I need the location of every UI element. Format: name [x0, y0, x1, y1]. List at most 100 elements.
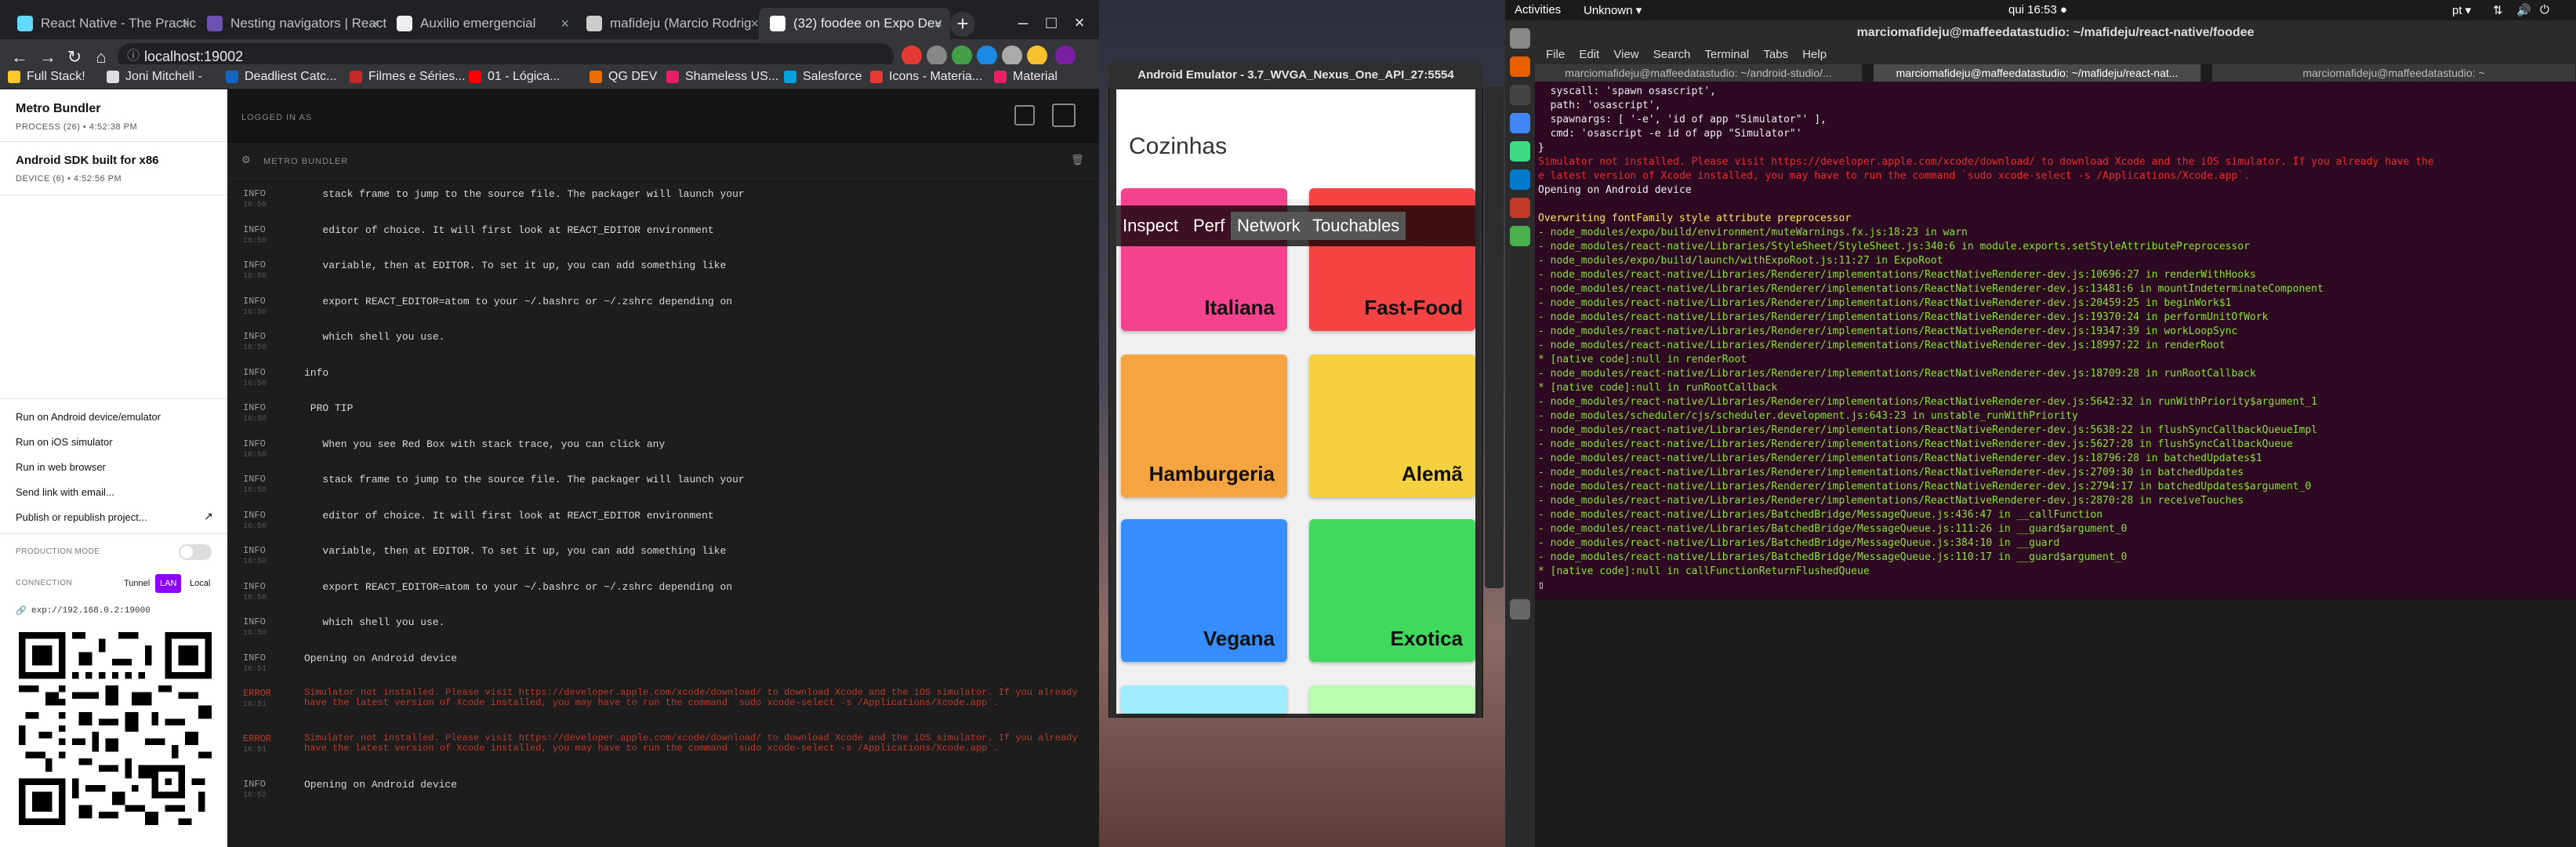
- files-icon[interactable]: [1510, 28, 1530, 49]
- settings-icon[interactable]: ⚙: [241, 154, 251, 166]
- extension-icon[interactable]: [902, 45, 922, 66]
- close-icon[interactable]: ×: [561, 8, 569, 39]
- clock[interactable]: qui 16:53 ●: [2008, 3, 2067, 16]
- external-link-icon: ↗: [204, 510, 213, 522]
- extension-icon[interactable]: [927, 45, 947, 66]
- run-ios-link[interactable]: Run on iOS simulator: [16, 436, 113, 448]
- terminal-line: - node_modules/react-native/Libraries/Re…: [1538, 283, 2324, 295]
- bookmark[interactable]: Filmes e Séries...: [350, 67, 466, 86]
- network-icon[interactable]: ⇅: [2493, 3, 2503, 17]
- run-android-link[interactable]: Run on Android device/emulator: [16, 411, 161, 423]
- touchables-button[interactable]: Touchables: [1306, 212, 1406, 240]
- bookmark[interactable]: Icons - Materia...: [870, 67, 982, 86]
- log-level: INFO: [243, 474, 266, 485]
- caixa-favicon-icon: [397, 16, 412, 31]
- browser-tab[interactable]: React Native - The Practic ×: [6, 8, 198, 39]
- exp-url[interactable]: exp://192.168.0.2:19000: [31, 606, 151, 616]
- tunnel-option[interactable]: Tunnel: [119, 574, 154, 593]
- close-icon[interactable]: ×: [934, 8, 942, 39]
- terminal-icon[interactable]: [1510, 85, 1530, 105]
- category-tile-vegana[interactable]: Vegana: [1121, 519, 1287, 662]
- divider: [0, 533, 227, 534]
- menu-file[interactable]: File: [1546, 48, 1565, 61]
- category-tile-alema[interactable]: Alemã: [1309, 354, 1475, 497]
- vscode-icon[interactable]: [1510, 169, 1530, 190]
- bookmark[interactable]: Shameless US...: [666, 67, 778, 86]
- bookmark-icon: [666, 71, 679, 83]
- category-tile[interactable]: [1121, 685, 1287, 714]
- trash-icon[interactable]: 🗑: [1071, 154, 1084, 166]
- device-title[interactable]: Android SDK built for x86: [16, 154, 159, 167]
- terminal-tab-active[interactable]: marciomafideju@maffeedatastudio: ~/mafid…: [1874, 64, 2201, 82]
- log-row: INFO 16:50 info: [227, 367, 1099, 403]
- bookmark[interactable]: Deadliest Catc...: [226, 67, 336, 86]
- app-icon[interactable]: [1510, 198, 1530, 218]
- extension-icon[interactable]: [977, 45, 997, 66]
- network-button[interactable]: Network: [1231, 212, 1307, 240]
- category-tile[interactable]: [1309, 685, 1475, 714]
- device-title[interactable]: Metro Bundler: [16, 102, 100, 116]
- send-link-email[interactable]: Send link with email...: [16, 486, 114, 498]
- log-row: INFO 16:50 stack frame to jump to the sou…: [227, 474, 1099, 510]
- bookmark[interactable]: 01 - Lógica...: [469, 67, 561, 86]
- firefox-icon[interactable]: [1510, 56, 1530, 77]
- log-row: INFO 16:50 variable, then at EDITOR. To s…: [227, 545, 1099, 581]
- lan-option[interactable]: LAN: [155, 574, 182, 593]
- terminal-output[interactable]: syscall: 'spawn osascript', path: 'osasc…: [1535, 82, 2576, 599]
- log-level: INFO: [243, 295, 266, 307]
- browser-tab[interactable]: Nesting navigators | React ×: [196, 8, 387, 39]
- close-window-icon[interactable]: ×: [1068, 11, 1091, 35]
- log-message: info: [304, 366, 329, 379]
- layout-single-icon[interactable]: [1014, 105, 1035, 125]
- close-icon[interactable]: ×: [750, 8, 759, 39]
- chrome-icon[interactable]: [1510, 113, 1530, 133]
- new-tab-button[interactable]: +: [950, 12, 975, 37]
- production-mode-toggle[interactable]: [179, 544, 212, 560]
- language-indicator[interactable]: pt ▾: [2452, 3, 2471, 17]
- minimize-icon[interactable]: –: [1011, 11, 1035, 35]
- browser-tab[interactable]: Auxilio emergencial ×: [386, 8, 577, 39]
- power-icon[interactable]: ⏻: [2540, 3, 2549, 16]
- close-icon[interactable]: ×: [371, 8, 379, 39]
- terminal-tab[interactable]: marciomafideju@maffeedatastudio: ~: [2212, 64, 2576, 82]
- extension-icon[interactable]: [952, 45, 972, 66]
- extension-icon[interactable]: [1002, 45, 1022, 66]
- bookmark[interactable]: Joni Mitchell -: [107, 67, 202, 86]
- publish-link[interactable]: Publish or republish project...: [16, 511, 147, 523]
- menu-terminal[interactable]: Terminal: [1705, 48, 1750, 61]
- log-level: INFO: [243, 188, 266, 199]
- terminal-tab[interactable]: marciomafideju@maffeedatastudio: ~/andro…: [1535, 64, 1863, 82]
- menu-search[interactable]: Search: [1653, 48, 1691, 61]
- category-tile-hamburgeria[interactable]: Hamburgeria: [1121, 354, 1287, 497]
- local-option[interactable]: Local: [185, 574, 215, 593]
- android-studio-icon[interactable]: [1510, 141, 1530, 162]
- log-level: INFO: [243, 260, 266, 271]
- app-icon[interactable]: [1510, 226, 1530, 246]
- browser-tab[interactable]: mafideju (Marcio Rodrig ×: [575, 8, 767, 39]
- extension-icon[interactable]: [1027, 45, 1047, 66]
- layout-split-icon[interactable]: [1052, 104, 1076, 127]
- category-tile-exotica[interactable]: Exotica: [1309, 519, 1475, 662]
- salesforce-icon: [784, 71, 796, 83]
- show-apps-icon[interactable]: [1510, 599, 1530, 620]
- bookmark[interactable]: QG DEV: [590, 67, 657, 86]
- bookmark[interactable]: Material: [994, 67, 1058, 86]
- close-icon[interactable]: ×: [181, 8, 190, 39]
- activities-button[interactable]: Activities: [1515, 3, 1561, 16]
- profile-avatar[interactable]: [1055, 45, 1076, 66]
- terminal-line: - node_modules/react-native/Libraries/Ba…: [1538, 509, 2103, 521]
- browser-tab-active[interactable]: (32) foodee on Expo Dev ×: [759, 8, 950, 39]
- bookmark[interactable]: Salesforce: [784, 67, 862, 86]
- run-web-link[interactable]: Run in web browser: [16, 461, 106, 473]
- volume-icon[interactable]: 🔊: [2516, 3, 2531, 17]
- bookmark[interactable]: Full Stack!: [8, 67, 85, 86]
- inspect-button[interactable]: Inspect: [1116, 212, 1185, 240]
- menu-edit[interactable]: Edit: [1579, 48, 1599, 61]
- menu-help[interactable]: Help: [1802, 48, 1827, 61]
- menu-tabs[interactable]: Tabs: [1763, 48, 1788, 61]
- app-menu[interactable]: Unknown ▾: [1584, 3, 1642, 17]
- perf-button[interactable]: Perf: [1187, 212, 1231, 240]
- menu-view[interactable]: View: [1613, 48, 1638, 61]
- maximize-icon[interactable]: □: [1039, 11, 1063, 35]
- log-level: INFO: [243, 616, 266, 627]
